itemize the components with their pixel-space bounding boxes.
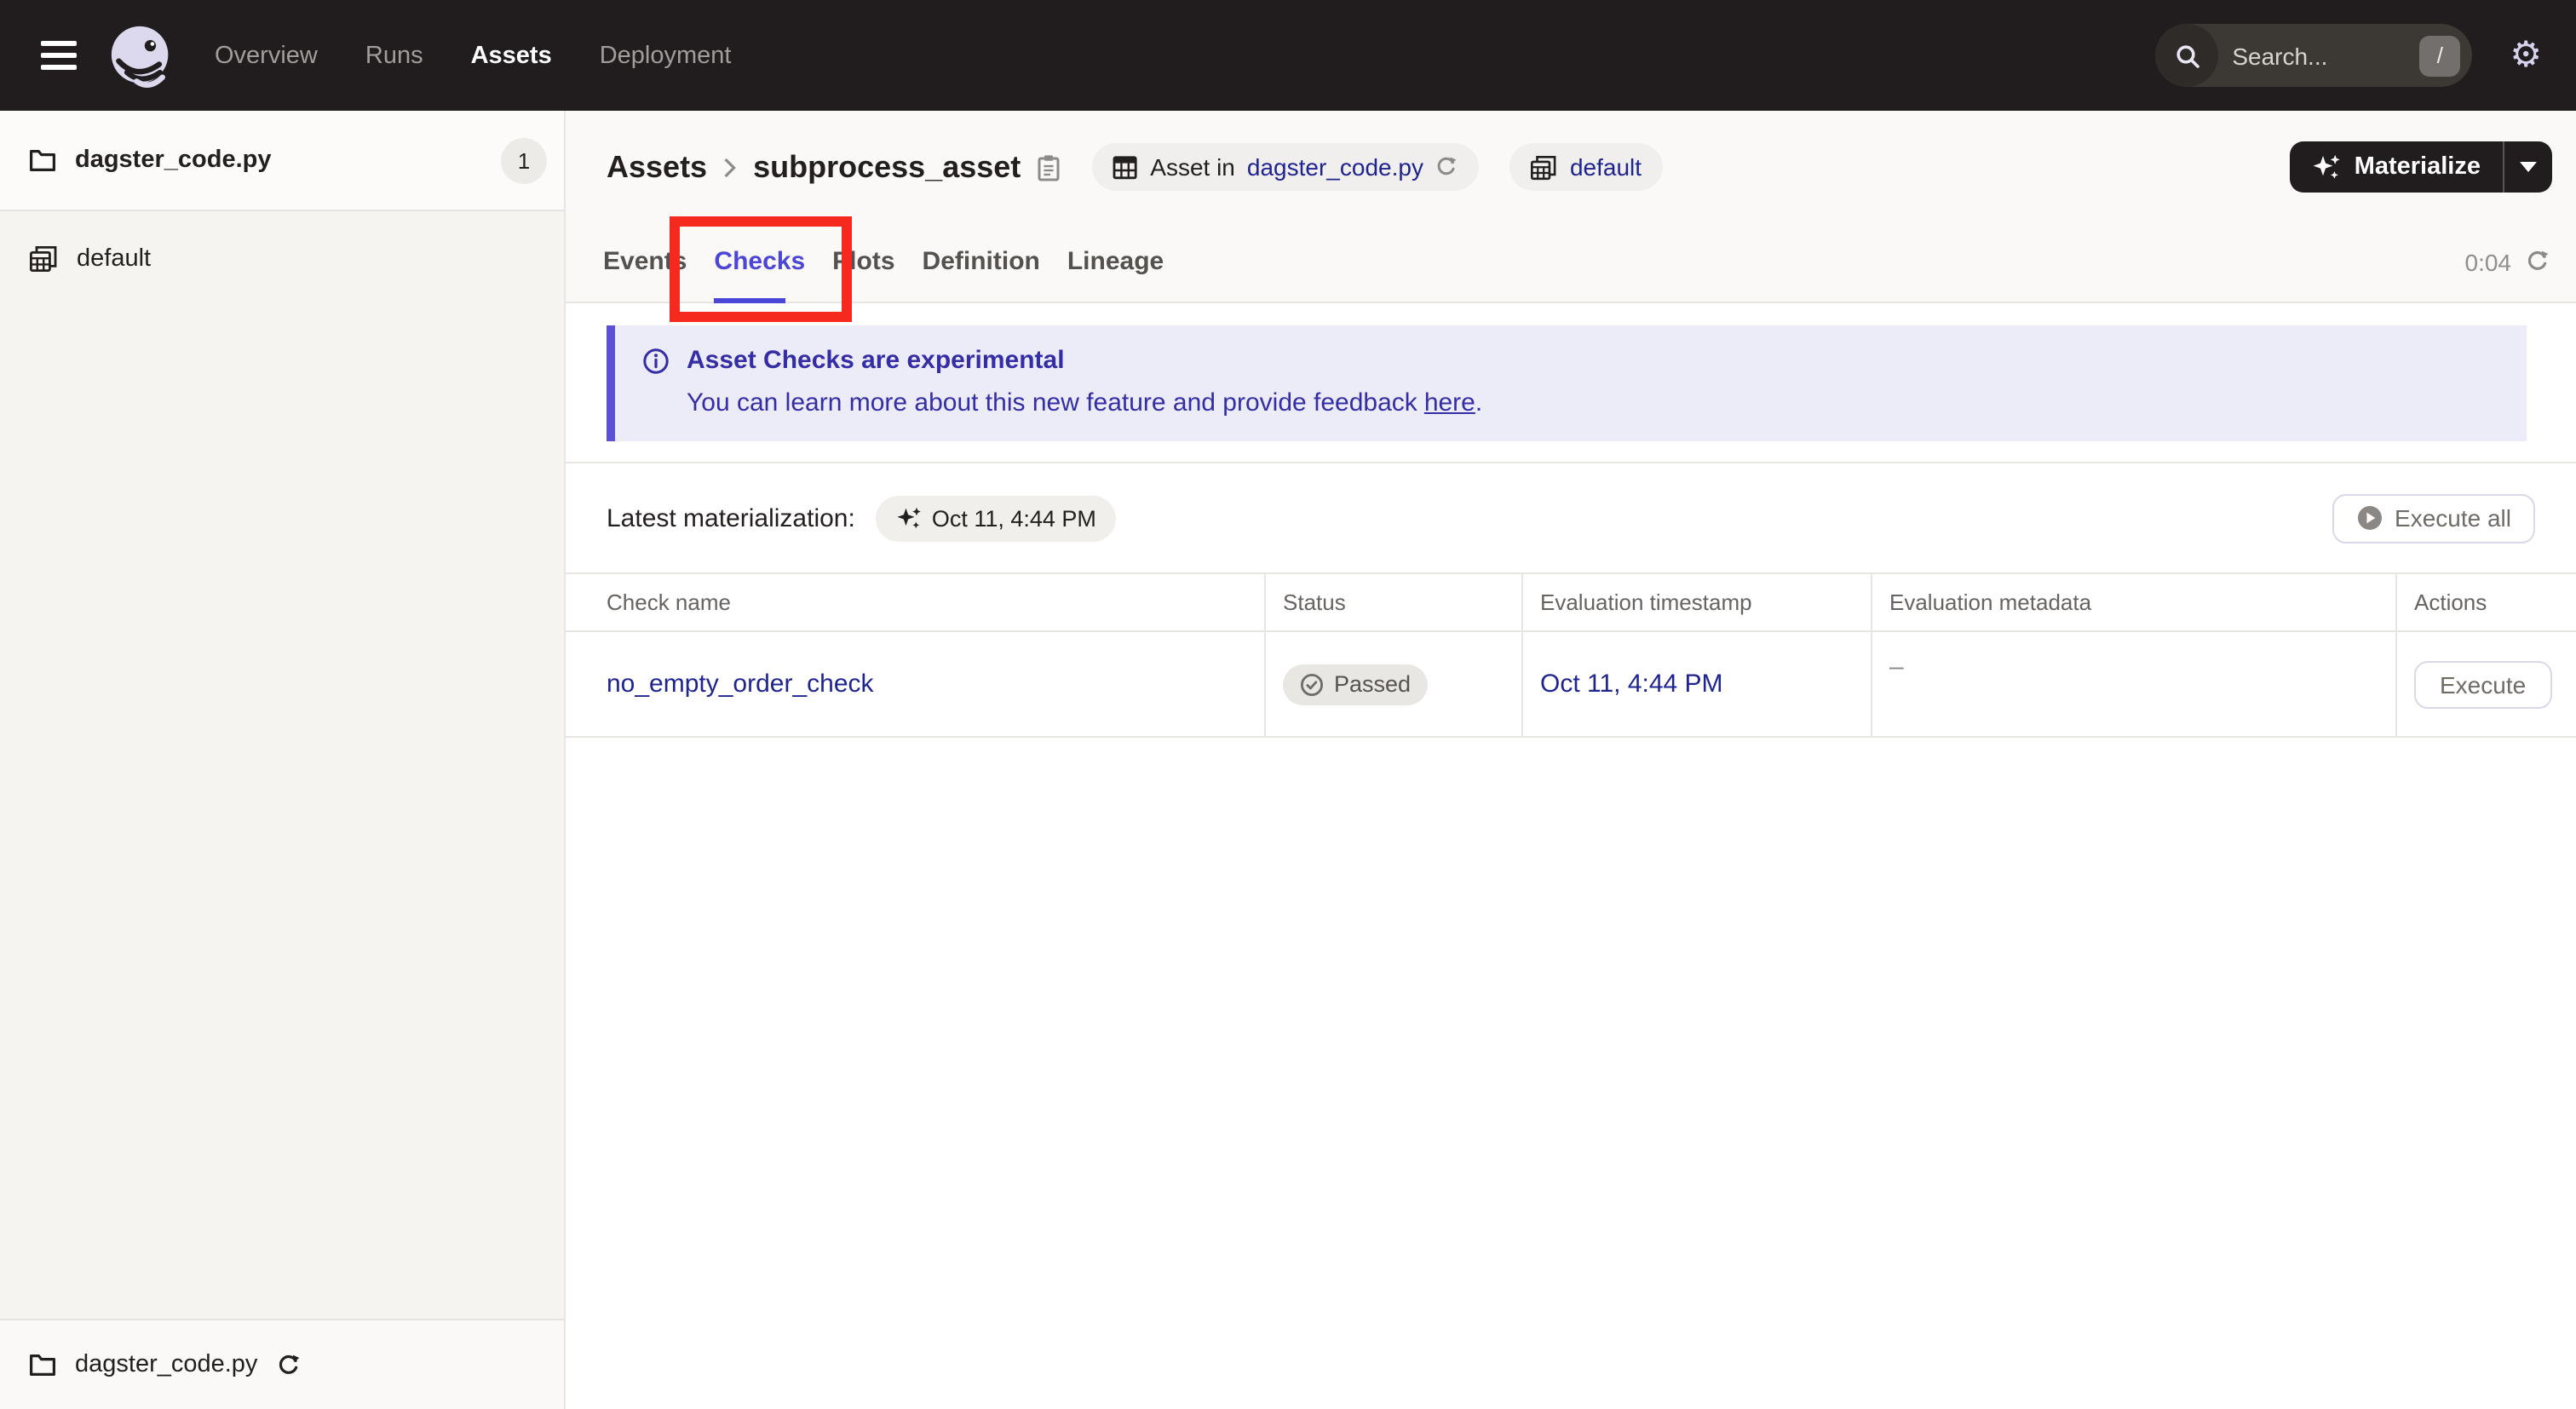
status-label: Passed	[1334, 671, 1412, 697]
nav-item-assets[interactable]: Assets	[471, 42, 552, 69]
banner-period: .	[1475, 388, 1483, 417]
tab-plots[interactable]: Plots	[832, 221, 894, 302]
asset-grid-icon	[1113, 155, 1137, 179]
table-row: no_empty_order_check Passed Oct 11, 4:44…	[566, 632, 2576, 738]
folder-icon	[30, 1354, 55, 1376]
code-location-label: dagster_code.py	[75, 1351, 258, 1378]
search-box[interactable]: /	[2155, 24, 2473, 87]
asset-definition-chip: Asset in dagster_code.py	[1092, 143, 1480, 191]
status-badge: Passed	[1283, 664, 1429, 704]
experimental-banner: Asset Checks are experimental You can le…	[607, 325, 2527, 441]
tab-definition[interactable]: Definition	[923, 221, 1040, 302]
latest-materialization-time: Oct 11, 4:44 PM	[931, 505, 1096, 531]
nav-item-deployment[interactable]: Deployment	[600, 42, 732, 69]
code-file-link[interactable]: dagster_code.py	[1247, 153, 1423, 181]
reload-location-icon[interactable]	[276, 1352, 302, 1377]
materialize-dropdown-button[interactable]	[2504, 141, 2552, 193]
tab-lineage[interactable]: Lineage	[1067, 221, 1164, 302]
evaluation-timestamp-link[interactable]: Oct 11, 4:44 PM	[1540, 670, 1723, 699]
checks-toolbar: Latest materialization: Oct 11, 4:44 PM …	[566, 463, 2576, 572]
column-evaluation-timestamp: Evaluation timestamp	[1523, 574, 1872, 630]
tab-events[interactable]: Events	[603, 221, 687, 302]
materialize-label: Materialize	[2354, 153, 2481, 181]
settings-gear-icon[interactable]: ⚙	[2510, 37, 2542, 73]
latest-materialization-label: Latest materialization:	[607, 503, 855, 532]
asset-title: subprocess_asset	[753, 149, 1021, 183]
column-check-name: Check name	[566, 574, 1266, 630]
refresh-countdown: 0:04	[2464, 248, 2512, 275]
evaluation-metadata-value: –	[1889, 653, 1904, 681]
nav-item-runs[interactable]: Runs	[365, 42, 423, 69]
copy-asset-name-icon[interactable]	[1036, 152, 1061, 181]
asset-tabs: Events Checks Plots Definition Lineage 0…	[566, 221, 2576, 303]
asset-header: Assets subprocess_asset Asset in dagster…	[566, 111, 2576, 303]
banner-body-text: You can learn more about this new featur…	[687, 388, 1417, 417]
folder-icon	[30, 150, 55, 171]
sidebar-item-dagster-code[interactable]: dagster_code.py 1	[0, 111, 564, 211]
primary-nav: Overview Runs Assets Deployment	[215, 42, 731, 69]
asset-count-badge: 1	[501, 137, 547, 183]
latest-materialization-chip[interactable]: Oct 11, 4:44 PM	[875, 495, 1117, 541]
dagster-app: Overview Runs Assets Deployment / ⚙ dags…	[0, 0, 2576, 1409]
check-name-link[interactable]: no_empty_order_check	[607, 670, 874, 699]
breadcrumb-chevron-icon	[722, 156, 738, 178]
sidebar-item-label: dagster_code.py	[75, 147, 272, 174]
materialize-button[interactable]: Materialize	[2290, 141, 2503, 193]
check-circle-icon	[1300, 672, 1324, 696]
column-evaluation-metadata: Evaluation metadata	[1872, 574, 2397, 630]
chip-refresh-icon[interactable]	[1435, 155, 1459, 179]
tab-checks-label: Checks	[714, 247, 806, 276]
feedback-link[interactable]: here	[1424, 388, 1475, 417]
sparkle-icon	[2313, 154, 2340, 178]
breadcrumb-assets[interactable]: Assets	[607, 149, 707, 185]
sidebar-item-label: default	[77, 245, 152, 273]
page-refresh-icon[interactable]	[2525, 249, 2550, 274]
banner-title: Asset Checks are experimental	[687, 346, 1065, 375]
execute-label: Execute	[2440, 670, 2527, 698]
search-input[interactable]	[2218, 42, 2420, 69]
tab-checks[interactable]: Checks	[714, 221, 806, 303]
group-grid-icon	[1531, 154, 1557, 180]
nav-item-overview[interactable]: Overview	[215, 42, 318, 69]
search-icon	[2155, 24, 2219, 87]
asset-group-grid-icon	[30, 246, 57, 273]
search-shortcut-key: /	[2419, 35, 2461, 76]
code-location-footer[interactable]: dagster_code.py	[0, 1319, 564, 1409]
execute-button[interactable]: Execute	[2414, 660, 2552, 708]
table-header-row: Check name Status Evaluation timestamp E…	[566, 574, 2576, 632]
chip-prefix: Asset in	[1150, 153, 1235, 181]
play-circle-icon	[2357, 506, 2382, 530]
main-content: Assets subprocess_asset Asset in dagster…	[566, 111, 2576, 1409]
sidebar-item-default-group[interactable]: default	[0, 227, 564, 291]
asset-sidebar: dagster_code.py 1 default dagster_code.p…	[0, 111, 566, 1409]
sparkle-icon	[897, 506, 921, 528]
execute-all-label: Execute all	[2395, 504, 2511, 532]
column-actions: Actions	[2414, 589, 2487, 615]
checks-table: Check name Status Evaluation timestamp E…	[566, 572, 2576, 738]
column-status: Status	[1266, 574, 1523, 630]
execute-all-button[interactable]: Execute all	[2332, 493, 2535, 543]
dagster-logo[interactable]	[109, 23, 174, 88]
asset-group-chip: default	[1509, 143, 1663, 191]
group-link[interactable]: default	[1570, 153, 1642, 181]
caret-down-icon	[2520, 162, 2537, 172]
materialize-button-group: Materialize	[2289, 141, 2552, 193]
checks-panel: Asset Checks are experimental You can le…	[566, 303, 2576, 1409]
hamburger-menu-icon[interactable]	[41, 41, 77, 70]
info-icon	[643, 348, 669, 373]
top-nav: Overview Runs Assets Deployment / ⚙	[0, 0, 2576, 111]
